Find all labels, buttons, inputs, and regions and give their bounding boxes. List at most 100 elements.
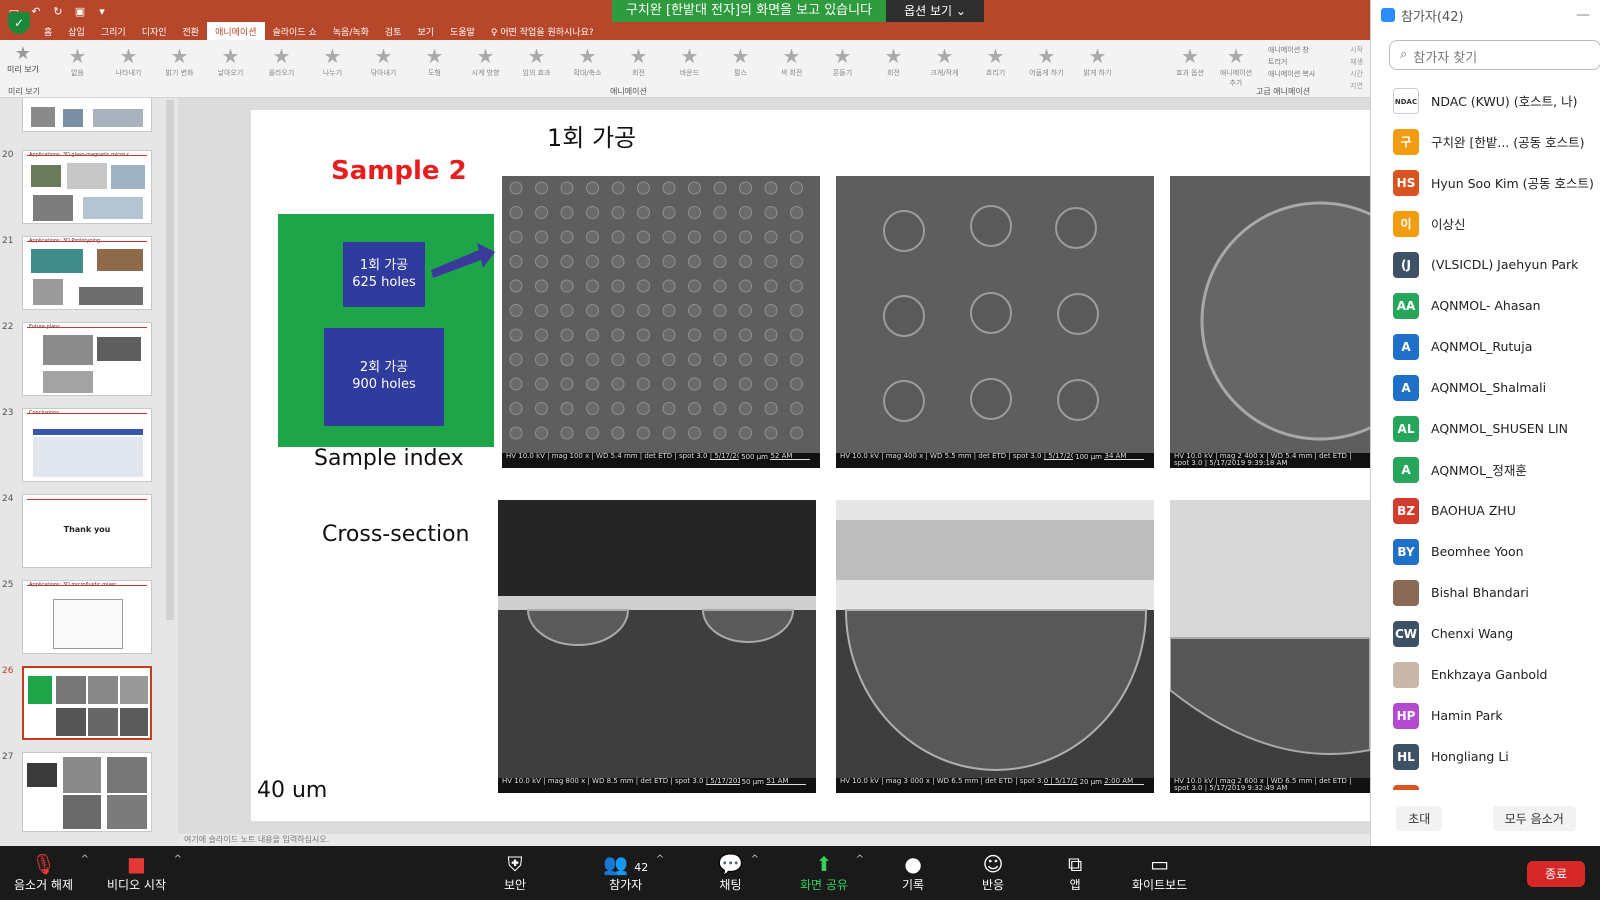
tell-me-search[interactable]: ♀ 어떤 작업을 원하시나요?	[483, 22, 602, 41]
slide-notes[interactable]: 여기에 슬라이드 노트 내용을 입력하십시오.	[178, 834, 1370, 846]
participant-row[interactable]: A AQNMOL_Rutuja	[1371, 326, 1600, 367]
animation-effect-button[interactable]: ★ 바운드	[664, 44, 715, 78]
chat-options-caret-icon[interactable]: ^	[751, 854, 759, 865]
mute-all-button[interactable]: 모두 음소거	[1492, 805, 1576, 831]
slide-thumbnail-24[interactable]: Thank you	[22, 494, 152, 568]
end-meeting-button[interactable]: 종료	[1527, 861, 1585, 887]
audio-options-caret-icon[interactable]: ^	[81, 854, 89, 865]
participant-row[interactable]: CW Chenxi Wang	[1371, 613, 1600, 654]
participant-row[interactable]: HP Hamin Park	[1371, 695, 1600, 736]
slide-thumbnail-25[interactable]: Applications: 3D microfluidic mixer	[22, 580, 152, 654]
zoom-security-shield-icon[interactable]: ✓	[8, 12, 30, 34]
animation-effect-button[interactable]: ★ 올라오기	[256, 44, 307, 78]
add-animation-button[interactable]: ★ 애니메이션 추가	[1216, 44, 1256, 88]
tab-slideshow[interactable]: 슬라이드 쇼	[265, 22, 325, 40]
animation-effect-button[interactable]: ★ 밝기 변화	[154, 44, 205, 78]
effect-options-button[interactable]: ★ 효과 옵션	[1170, 44, 1210, 88]
tab-draw[interactable]: 그리기	[93, 22, 134, 40]
animation-effect-button[interactable]: ★ 흐리기	[970, 44, 1021, 78]
tab-insert[interactable]: 삽입	[60, 22, 93, 40]
share-screen-icon: ⬆	[815, 852, 833, 876]
participant-row[interactable]: Enkhzaya Ganbold	[1371, 654, 1600, 695]
animation-effect-button[interactable]: ★ 닦아내기	[358, 44, 409, 78]
thumbnail-scrollbar[interactable]	[166, 100, 174, 620]
reactions-button[interactable]: ☺ 반응	[982, 852, 1004, 893]
timing-duration[interactable]: 재생 시간	[1350, 56, 1370, 80]
redo-icon[interactable]: ↻	[50, 4, 66, 20]
participant-row[interactable]: 이 이상신	[1371, 203, 1600, 244]
animation-effect-button[interactable]: ★ 나타내기	[103, 44, 154, 78]
participant-row[interactable]: NDAC NDAC (KWU) (호스트, 나)	[1371, 80, 1600, 121]
start-slideshow-icon[interactable]: ▣	[72, 4, 88, 20]
slide-canvas[interactable]: 1회 가공 Sample 2 1회 가공 625 holes 2회 가공 900…	[251, 110, 1370, 821]
preview-button[interactable]: ★ 미리 보기	[4, 43, 42, 75]
participant-row[interactable]: A AQNMOL_Shalmali	[1371, 367, 1600, 408]
participant-name: NDAC (KWU) (호스트, 나)	[1431, 94, 1578, 109]
participants-options-caret-icon[interactable]: ^	[656, 854, 664, 865]
video-options-caret-icon[interactable]: ^	[174, 854, 182, 865]
slide-thumbnail-20[interactable]: Applications: 3D glass-magnetic micro ce…	[22, 150, 152, 224]
tab-help[interactable]: 도움말	[442, 22, 483, 40]
share-options-caret-icon[interactable]: ^	[856, 854, 864, 865]
apps-button[interactable]: ⧉ 앱	[1068, 852, 1082, 893]
participant-row[interactable]: AA AQNMOL- Ahasan	[1371, 285, 1600, 326]
start-video-button[interactable]: ■ 비디오 시작 ^	[107, 852, 182, 893]
minimize-icon[interactable]: —	[1576, 7, 1590, 23]
participant-row[interactable]: Bishal Bhandari	[1371, 572, 1600, 613]
animation-effect-button[interactable]: ★ 색 회전	[766, 44, 817, 78]
invite-button[interactable]: 초대	[1396, 805, 1443, 831]
participant-row[interactable]: A AQNMOL_정재훈	[1371, 449, 1600, 490]
animation-effect-button[interactable]: ★ 임의 효과	[511, 44, 562, 78]
animation-effect-button[interactable]: ★ 어둡게 하기	[1021, 44, 1072, 78]
tab-animations[interactable]: 애니메이션	[207, 22, 265, 40]
chat-button[interactable]: 💬 채팅 ^	[718, 852, 759, 893]
whiteboard-button[interactable]: ▭ 화이트보드	[1132, 852, 1187, 893]
participants-button[interactable]: 👥 42 참가자 ^	[603, 852, 664, 893]
tab-transitions[interactable]: 전환	[175, 22, 208, 40]
animation-effect-button[interactable]: ★ 없음	[52, 44, 103, 78]
slide-thumbnail-19[interactable]	[22, 98, 152, 132]
animation-effect-button[interactable]: ★ 확대/축소	[562, 44, 613, 78]
animation-effect-button[interactable]: ★ 도형	[409, 44, 460, 78]
trigger-button[interactable]: 트리거	[1268, 56, 1315, 68]
unmute-button[interactable]: 🎙 음소거 해제 ^	[14, 852, 89, 893]
animation-effect-button[interactable]: ★ 흔들기	[817, 44, 868, 78]
animation-effect-button[interactable]: ★ 나누기	[307, 44, 358, 78]
slide-thumbnail-21[interactable]: Applications: 3D Prototyping	[22, 236, 152, 310]
animation-effect-button[interactable]: ★ 날아오기	[205, 44, 256, 78]
tab-record[interactable]: 녹음/녹화	[325, 22, 377, 40]
share-screen-button[interactable]: ⬆ 화면 공유 ^	[800, 852, 864, 893]
animation-pane-button[interactable]: 애니메이션 창	[1268, 44, 1315, 56]
animation-effect-button[interactable]: ★ 시계 방향	[460, 44, 511, 78]
participant-row[interactable]: HL Hongliang Li	[1371, 736, 1600, 777]
timing-delay[interactable]: 지연	[1350, 80, 1370, 92]
participant-row[interactable]: HS Hyun Soo Kim (공동 호스트)	[1371, 162, 1600, 203]
participant-row[interactable]: HRHyungseok Ryu	[1371, 777, 1600, 790]
animation-painter-button[interactable]: 애니메이션 복사	[1268, 68, 1315, 80]
security-button[interactable]: ⛨ 보안	[504, 852, 526, 893]
record-button[interactable]: ● 기록	[902, 852, 924, 893]
animation-effect-button[interactable]: ★ 펄스	[715, 44, 766, 78]
slide-thumbnail-26[interactable]	[22, 666, 152, 740]
tab-review[interactable]: 검토	[377, 22, 410, 40]
view-options-button[interactable]: 옵션 보기 ⌄	[886, 0, 984, 22]
participant-row[interactable]: BZ BAOHUA ZHU	[1371, 490, 1600, 531]
slide-thumbnail-23[interactable]: Conclusions	[22, 408, 152, 482]
tab-home[interactable]: 홈	[36, 22, 60, 40]
tab-view[interactable]: 보기	[409, 22, 442, 40]
participant-row[interactable]: 구 구치완 [한밭... (공동 호스트)	[1371, 121, 1600, 162]
slide-thumbnail-22[interactable]: Future plans	[22, 322, 152, 396]
slide-thumbnail-27[interactable]	[22, 752, 152, 832]
timing-start[interactable]: 시작	[1350, 44, 1370, 56]
participant-row[interactable]: AL AQNMOL_SHUSEN LIN	[1371, 408, 1600, 449]
participant-row[interactable]: (J (VLSICDL) Jaehyun Park	[1371, 244, 1600, 285]
undo-icon[interactable]: ↶	[28, 4, 44, 20]
animation-effect-button[interactable]: ★ 밝게 하기	[1072, 44, 1123, 78]
tab-design[interactable]: 디자인	[134, 22, 175, 40]
animation-effect-button[interactable]: ★ 크게/작게	[919, 44, 970, 78]
animation-effect-button[interactable]: ★ 회전	[868, 44, 919, 78]
customize-qat-icon[interactable]: ▾	[94, 4, 110, 20]
participant-row[interactable]: BY Beomhee Yoon	[1371, 531, 1600, 572]
animation-effect-button[interactable]: ★ 회전	[613, 44, 664, 78]
participant-search-input[interactable]: ⌕ 참가자 찾기	[1389, 40, 1600, 70]
